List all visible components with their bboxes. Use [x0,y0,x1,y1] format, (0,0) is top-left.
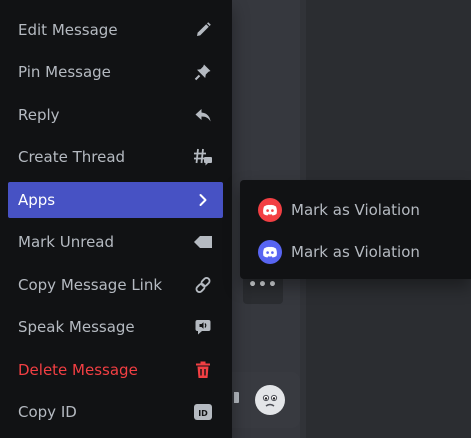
unread-tag-icon [193,232,213,252]
submenu-item-label: Mark as Violation [291,201,420,219]
mark-as-violation-item-blue[interactable]: Mark as Violation [248,234,463,270]
mark-as-violation-item-red[interactable]: Mark as Violation [248,192,463,228]
speaker-bubble-icon [193,317,213,337]
id-badge-icon: ID [193,402,213,422]
pin-message-item[interactable]: Pin Message [8,54,223,90]
chevron-right-icon [193,190,213,210]
menu-item-label: Delete Message [18,361,138,379]
menu-item-label: Edit Message [18,21,118,39]
copy-message-link-item[interactable]: Copy Message Link [8,267,223,303]
copy-id-item[interactable]: Copy ID ID [8,394,223,430]
ellipsis-icon: ••• [248,277,278,293]
delete-message-item[interactable]: Delete Message [8,352,223,388]
menu-item-label: Copy Message Link [18,276,163,294]
trash-icon [193,360,213,380]
menu-item-label: Mark Unread [18,233,115,251]
mark-unread-item[interactable]: Mark Unread [8,224,223,260]
reply-arrow-icon [193,105,213,125]
emoji-picker-icon[interactable] [255,385,285,415]
message-context-menu: Edit Message Pin Message Reply Create Th… [0,0,232,438]
submenu-item-label: Mark as Violation [291,243,420,261]
svg-text:ID: ID [198,409,208,418]
menu-item-label: Apps [18,191,56,209]
menu-item-label: Pin Message [18,63,111,81]
reply-item[interactable]: Reply [8,97,223,133]
link-icon [193,275,213,295]
menu-item-label: Reply [18,106,60,124]
apps-item[interactable]: Apps [8,182,223,218]
pin-icon [193,62,213,82]
menu-item-label: Create Thread [18,148,126,166]
pencil-icon [193,20,213,40]
edit-message-item[interactable]: Edit Message [8,12,223,48]
apps-submenu: Mark as Violation Mark as Violation [240,180,471,279]
menu-item-label: Speak Message [18,318,135,336]
discord-app-red-icon [258,198,282,222]
discord-app-blue-icon [258,240,282,264]
speak-message-item[interactable]: Speak Message [8,309,223,345]
create-thread-item[interactable]: Create Thread [8,139,223,175]
menu-item-label: Copy ID [18,403,77,421]
thread-icon [193,147,213,167]
